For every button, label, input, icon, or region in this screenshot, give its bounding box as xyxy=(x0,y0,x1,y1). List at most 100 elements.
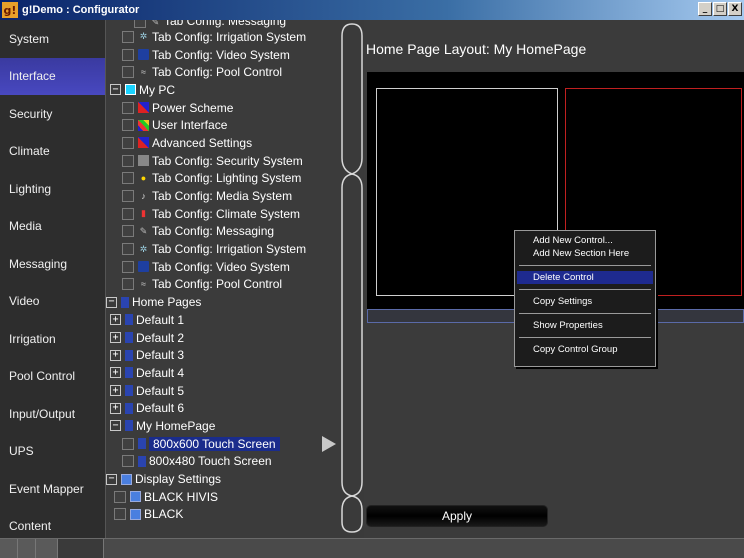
sidebar-item-lighting[interactable]: Lighting xyxy=(0,170,105,208)
maximize-button[interactable]: □ xyxy=(713,2,727,16)
sidebar-item-security[interactable]: Security xyxy=(0,95,105,133)
menu-item-show-properties[interactable]: Show Properties xyxy=(517,319,653,332)
sidebar-item-ups[interactable]: UPS xyxy=(0,433,105,471)
menu-separator xyxy=(519,313,651,314)
tree-row[interactable]: + Default 6 xyxy=(106,399,340,417)
tree-checkbox[interactable] xyxy=(122,225,134,238)
tree-checkbox[interactable] xyxy=(122,101,134,114)
sidebar-item-messaging[interactable]: Messaging xyxy=(0,245,105,283)
bulb-icon: ● xyxy=(140,173,147,184)
apply-button[interactable]: Apply xyxy=(366,505,548,527)
tree-item-label: User Interface xyxy=(152,118,228,133)
tree-row[interactable]: + Default 2 xyxy=(106,329,340,347)
tree-checkbox[interactable] xyxy=(122,190,134,203)
tree-row[interactable]: Power Scheme xyxy=(106,99,340,117)
tree-row[interactable]: Tab Config: Video System xyxy=(106,46,340,64)
tree-row[interactable]: ● Tab Config: Lighting System xyxy=(106,170,340,188)
sidebar-item-video[interactable]: Video xyxy=(0,283,105,321)
expand-icon[interactable]: + xyxy=(110,314,121,326)
tree-checkbox[interactable] xyxy=(122,119,134,132)
sidebar-item-interface[interactable]: Interface xyxy=(0,57,105,95)
sidebar-item-event-mapper[interactable]: Event Mapper xyxy=(0,470,105,508)
tree-row[interactable]: + Default 5 xyxy=(106,382,340,400)
tree-item-label: Default 3 xyxy=(136,348,185,363)
tree-row[interactable]: Tab Config: Video System xyxy=(106,258,340,276)
tree-checkbox[interactable] xyxy=(114,508,126,521)
sidebar-item-input-output[interactable]: Input/Output xyxy=(0,395,105,433)
tree-row[interactable]: − Display Settings xyxy=(106,470,340,488)
tree-row[interactable]: ♪ Tab Config: Media System xyxy=(106,187,340,205)
tree-row[interactable]: ✲ Tab Config: Irrigation System xyxy=(106,240,340,258)
tree-row[interactable]: − My PC xyxy=(106,81,340,99)
tree-row[interactable]: Advanced Settings xyxy=(106,134,340,152)
tree-scrollbar[interactable] xyxy=(340,22,364,534)
menu-item-copy-control-group[interactable]: Copy Control Group xyxy=(517,343,653,356)
tree-checkbox[interactable] xyxy=(122,437,134,450)
sidebar-item-climate[interactable]: Climate xyxy=(0,133,105,171)
home-page-icon xyxy=(138,438,146,450)
tree-checkbox[interactable] xyxy=(122,278,134,291)
tree-item-label: Tab Config: Security System xyxy=(152,153,303,168)
status-cell xyxy=(58,539,104,558)
menu-item-copy-settings[interactable]: Copy Settings xyxy=(517,295,653,308)
tree-checkbox[interactable] xyxy=(122,243,134,256)
tree-checkbox[interactable] xyxy=(122,30,134,43)
tree-item-label: Tab Config: Messaging xyxy=(152,224,275,239)
sidebar-item-irrigation[interactable]: Irrigation xyxy=(0,320,105,358)
sidebar-item-system[interactable]: System xyxy=(0,20,105,58)
tree-item-label: Tab Config: Pool Control xyxy=(152,277,283,292)
tree-row[interactable]: BLACK HIVIS xyxy=(106,488,340,506)
status-cell xyxy=(0,539,18,558)
tree-checkbox[interactable] xyxy=(122,48,134,61)
tree-row[interactable]: ≈ Tab Config: Pool Control xyxy=(106,276,340,294)
close-button[interactable]: X xyxy=(728,2,742,16)
status-cell xyxy=(18,539,36,558)
home-page-icon xyxy=(125,367,133,379)
tree-row[interactable]: 800x480 Touch Screen xyxy=(106,453,340,471)
sidebar-item-pool-control[interactable]: Pool Control xyxy=(0,358,105,396)
tree-checkbox[interactable] xyxy=(122,172,134,185)
app-logo-icon: g! xyxy=(2,2,18,18)
tree-row[interactable]: 800x600 Touch Screen xyxy=(106,435,340,453)
menu-item-add-new-section-here[interactable]: Add New Section Here xyxy=(517,247,653,260)
tree-item-label: Tab Config: Media System xyxy=(152,189,293,204)
collapse-icon[interactable]: − xyxy=(110,84,121,96)
tree-row[interactable]: − Home Pages xyxy=(106,293,340,311)
tree-checkbox[interactable] xyxy=(122,136,134,149)
tree-checkbox[interactable] xyxy=(122,154,134,167)
tree-row[interactable]: + Default 1 xyxy=(106,311,340,329)
tree-row[interactable]: User Interface xyxy=(106,116,340,134)
tree-checkbox[interactable] xyxy=(122,207,134,220)
expand-icon[interactable]: + xyxy=(110,332,121,344)
play-arrow-icon[interactable] xyxy=(322,435,336,452)
tree-row[interactable]: ▮ Tab Config: Climate System xyxy=(106,205,340,223)
tree-row[interactable]: ≈ Tab Config: Pool Control xyxy=(106,63,340,81)
minimize-button[interactable]: _ xyxy=(698,2,712,16)
tree-checkbox[interactable] xyxy=(122,66,134,79)
tree-row[interactable]: ✎ Tab Config: Messaging xyxy=(106,20,340,28)
menu-item-add-new-control[interactable]: Add New Control... xyxy=(517,234,653,247)
expand-icon[interactable]: + xyxy=(110,367,121,379)
sidebar-item-media[interactable]: Media xyxy=(0,208,105,246)
expand-icon[interactable]: + xyxy=(110,349,121,361)
tree-row[interactable]: ✎ Tab Config: Messaging xyxy=(106,223,340,241)
tree-checkbox[interactable] xyxy=(114,490,126,503)
tree-row[interactable]: + Default 4 xyxy=(106,364,340,382)
tree-checkbox[interactable] xyxy=(122,260,134,273)
tree-checkbox[interactable] xyxy=(134,20,146,28)
menu-item-delete-control[interactable]: Delete Control xyxy=(517,271,653,284)
tree-row[interactable]: + Default 3 xyxy=(106,346,340,364)
expand-icon[interactable]: + xyxy=(110,402,121,414)
tree-checkbox[interactable] xyxy=(122,455,134,468)
power-scheme-icon xyxy=(138,102,149,114)
collapse-icon[interactable]: − xyxy=(110,420,121,432)
tree-row[interactable]: ✲ Tab Config: Irrigation System xyxy=(106,28,340,46)
sidebar-item-content[interactable]: Content xyxy=(0,508,105,539)
tree-row[interactable]: − My HomePage xyxy=(106,417,340,435)
expand-icon[interactable]: + xyxy=(110,385,121,397)
home-page-icon xyxy=(125,332,133,344)
tree-row[interactable]: Tab Config: Security System xyxy=(106,152,340,170)
collapse-icon[interactable]: − xyxy=(106,473,117,485)
tree-row[interactable]: BLACK xyxy=(106,506,340,524)
collapse-icon[interactable]: − xyxy=(106,296,117,308)
